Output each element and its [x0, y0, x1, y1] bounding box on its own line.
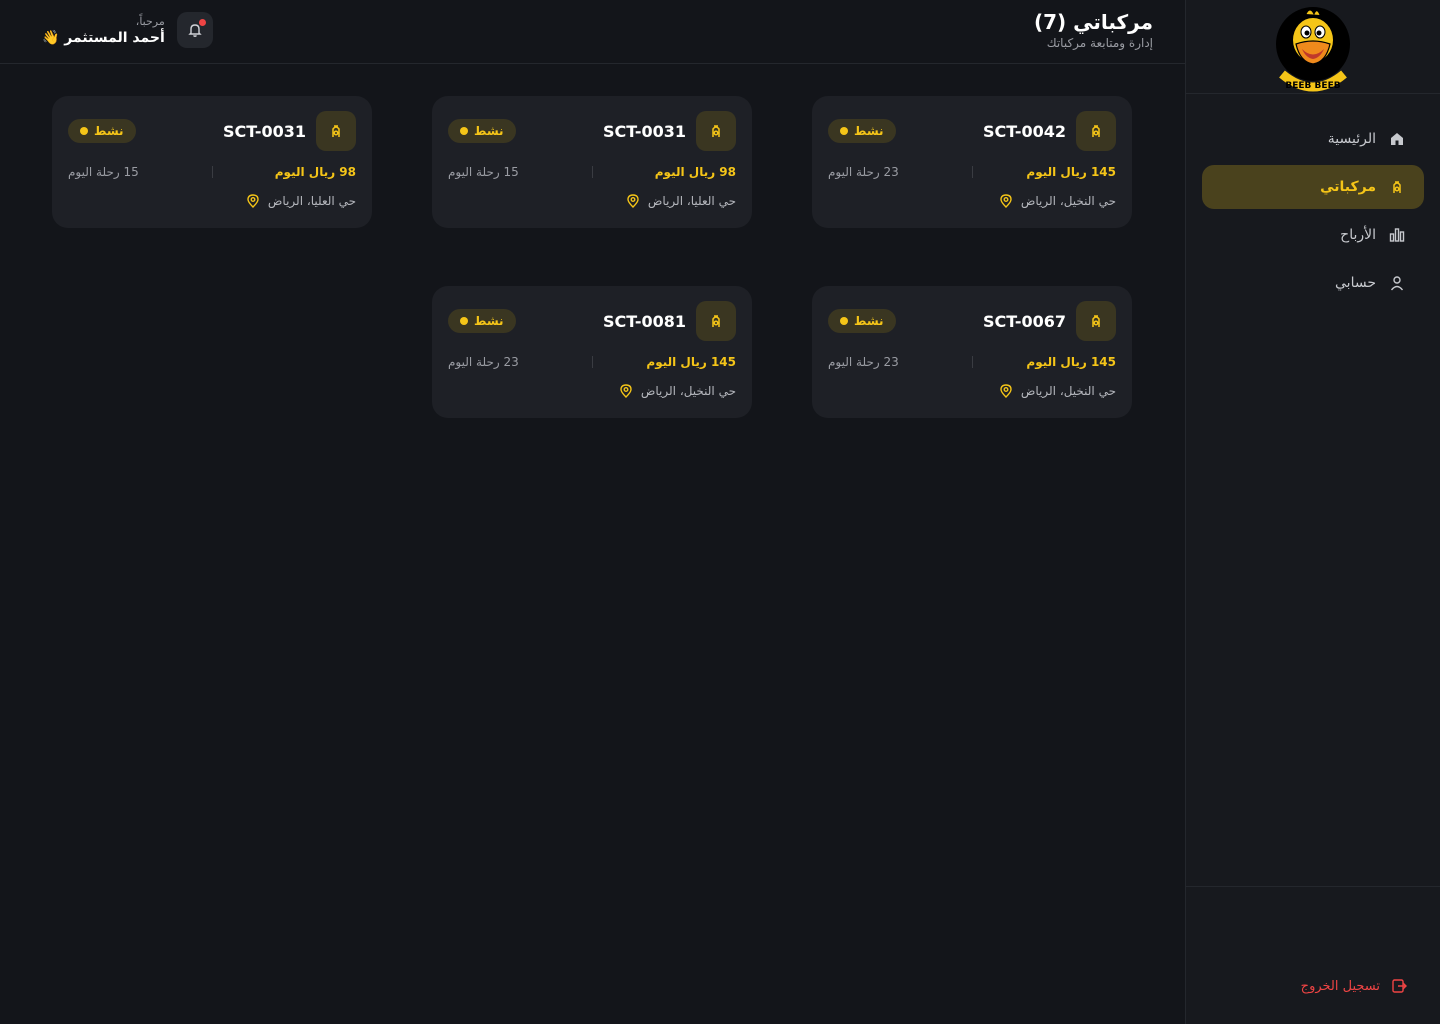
sidebar-item-label: مركباتي: [1320, 179, 1376, 195]
scooter-icon: [316, 111, 356, 151]
vehicle-location: حي العليا، الرياض: [647, 194, 736, 208]
status-dot: [840, 317, 848, 325]
sidebar-item-home[interactable]: الرئيسية: [1202, 117, 1424, 161]
logout-button[interactable]: تسجيل الخروج: [1301, 977, 1408, 995]
vehicle-card[interactable]: SCT-0042 نشط 145 ريال اليوم 23 رحلة اليو…: [812, 96, 1132, 228]
vehicle-location: حي النخيل، الرياض: [1020, 384, 1116, 398]
user-name: أحمد المستثمر 👋: [42, 29, 165, 46]
logo-text: BEEB BEEB: [1285, 81, 1340, 91]
sidebar-item-label: حسابي: [1335, 275, 1376, 291]
status-label: نشط: [854, 124, 884, 138]
user-greeting: مرحباً، أحمد المستثمر 👋: [42, 15, 165, 46]
vehicle-location: حي النخيل، الرياض: [640, 384, 736, 398]
vehicle-trips: 23 رحلة اليوم: [448, 355, 519, 369]
sidebar-item-label: الأرباح: [1340, 227, 1376, 243]
location-pin-icon: [627, 194, 639, 208]
status-label: نشط: [474, 314, 504, 328]
bar-chart-icon: [1388, 226, 1406, 244]
location-pin-icon: [1000, 384, 1012, 398]
stat-divider: [591, 166, 593, 178]
logout-label: تسجيل الخروج: [1300, 978, 1380, 994]
scooter-icon: [696, 301, 736, 341]
sidebar-item-account[interactable]: حسابي: [1202, 261, 1424, 305]
status-label: نشط: [854, 314, 884, 328]
notification-dot: [198, 19, 206, 26]
vehicle-trips: 23 رحلة اليوم: [828, 355, 899, 369]
vehicle-card[interactable]: SCT-0081 نشط 145 ريال اليوم 23 رحلة اليو…: [432, 286, 752, 418]
location-pin-icon: [247, 194, 259, 208]
vehicle-earnings: 98 ريال اليوم: [274, 165, 356, 179]
home-icon: [1388, 130, 1406, 148]
user-icon: [1388, 274, 1406, 292]
location-pin-icon: [620, 384, 632, 398]
vehicle-earnings: 145 ريال اليوم: [1026, 165, 1116, 179]
status-dot: [80, 127, 88, 135]
status-badge: نشط: [828, 309, 896, 333]
vehicle-earnings: 98 ريال اليوم: [654, 165, 736, 179]
vehicle-card[interactable]: SCT-0067 نشط 145 ريال اليوم 23 رحلة اليو…: [812, 286, 1132, 418]
stat-divider: [591, 356, 593, 368]
page-title: مركباتي (7): [1033, 10, 1153, 34]
sidebar-footer: تسجيل الخروج: [1186, 886, 1440, 1024]
logo-area: BEEB BEEB: [1186, 0, 1440, 94]
vehicle-card[interactable]: SCT-0031 نشط 98 ريال اليوم 15 رحلة اليوم…: [432, 96, 752, 228]
scooter-icon: [696, 111, 736, 151]
sidebar-item-my-vehicles[interactable]: مركباتي: [1202, 165, 1424, 209]
user-block: مرحباً، أحمد المستثمر 👋: [42, 12, 213, 48]
sidebar-item-label: الرئيسية: [1327, 131, 1376, 147]
status-badge: نشط: [68, 119, 136, 143]
status-label: نشط: [94, 124, 124, 138]
logout-icon: [1390, 977, 1408, 995]
status-dot: [840, 127, 848, 135]
sidebar: BEEB BEEB الرئيسية مركباتي الأرباح حسابي…: [1185, 0, 1440, 1024]
vehicle-id: SCT-0031: [603, 121, 686, 141]
vehicle-trips: 15 رحلة اليوم: [448, 165, 519, 179]
stat-divider: [971, 166, 973, 178]
vehicle-earnings: 145 ريال اليوم: [1026, 355, 1116, 369]
page-subtitle: إدارة ومتابعة مركباتك: [1046, 36, 1153, 50]
vehicle-trips: 15 رحلة اليوم: [68, 165, 139, 179]
status-badge: نشط: [448, 309, 516, 333]
vehicle-location: حي العليا، الرياض: [267, 194, 356, 208]
vehicle-id: SCT-0081: [603, 311, 686, 331]
page-title-block: مركباتي (7) إدارة ومتابعة مركباتك: [1034, 10, 1153, 50]
scooter-icon: [1076, 111, 1116, 151]
status-dot: [460, 127, 468, 135]
beeb-beeb-duck-logo[interactable]: BEEB BEEB: [1276, 4, 1350, 92]
scooter-icon: [1388, 178, 1406, 196]
status-dot: [460, 317, 468, 325]
sidebar-item-earnings[interactable]: الأرباح: [1202, 213, 1424, 257]
vehicle-trips: 23 رحلة اليوم: [828, 165, 899, 179]
status-label: نشط: [474, 124, 504, 138]
vehicle-id: SCT-0042: [983, 121, 1066, 141]
vehicle-id: SCT-0067: [983, 311, 1066, 331]
location-pin-icon: [1000, 194, 1012, 208]
status-badge: نشط: [448, 119, 516, 143]
vehicle-card[interactable]: SCT-0031 نشط 98 ريال اليوم 15 رحلة اليوم…: [52, 96, 372, 228]
stat-divider: [211, 166, 213, 178]
scooter-icon: [1076, 301, 1116, 341]
notifications-button[interactable]: [176, 12, 213, 48]
status-badge: نشط: [828, 119, 896, 143]
sidebar-nav: الرئيسية مركباتي الأرباح حسابي: [1202, 117, 1424, 309]
top-header: مركباتي (7) إدارة ومتابعة مركباتك مرحباً…: [0, 0, 1185, 64]
vehicle-location: حي النخيل، الرياض: [1020, 194, 1116, 208]
vehicle-earnings: 145 ريال اليوم: [646, 355, 736, 369]
stat-divider: [971, 356, 973, 368]
vehicle-id: SCT-0031: [223, 121, 306, 141]
greeting-text: مرحباً،: [135, 14, 165, 28]
